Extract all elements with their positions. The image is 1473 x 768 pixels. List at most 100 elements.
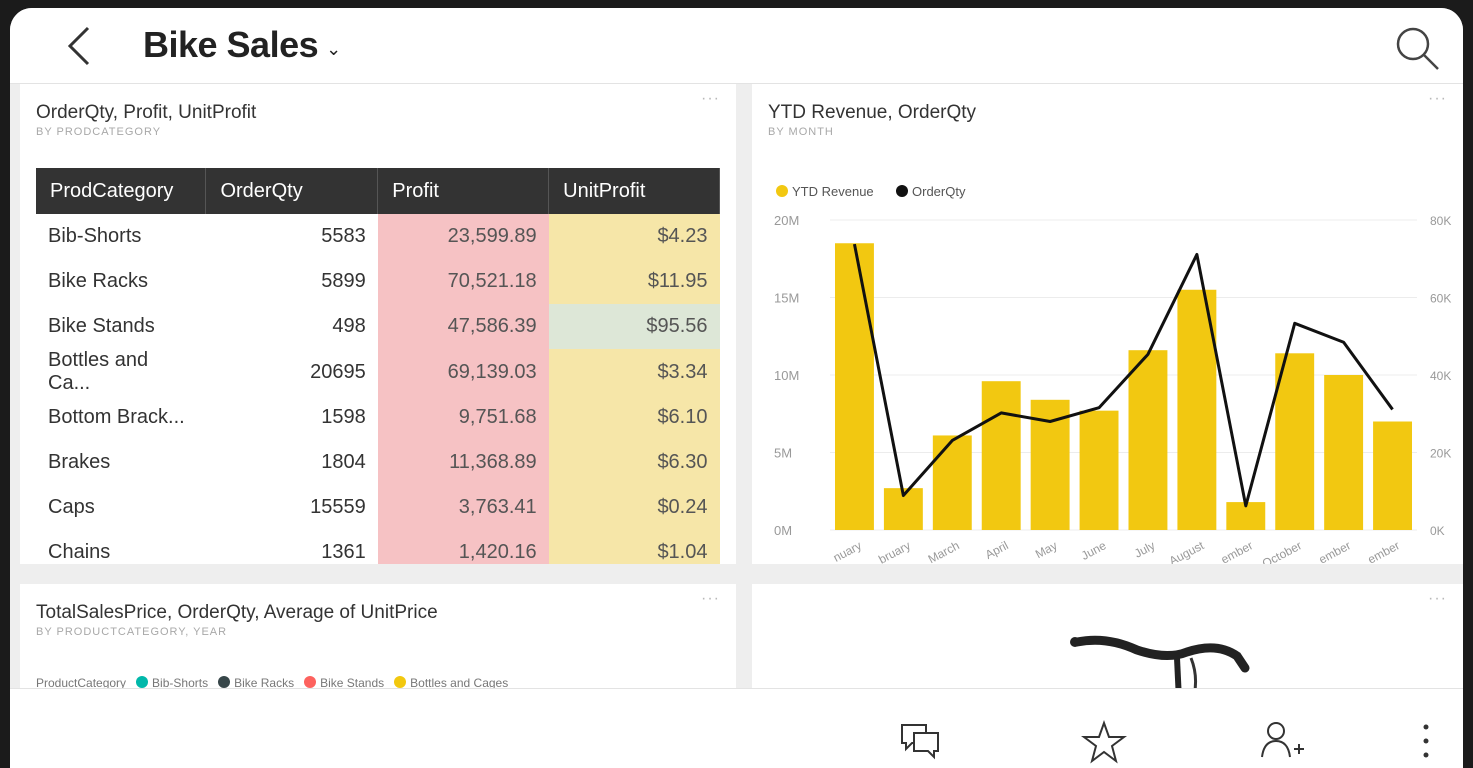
table-row[interactable]: Bib-Shorts 5583 23,599.89 $4.23 bbox=[36, 214, 720, 259]
chart-bar bbox=[1324, 375, 1364, 530]
chart-bar bbox=[932, 435, 972, 530]
cell-orderqty: 1361 bbox=[321, 541, 366, 563]
invite-user-icon bbox=[1261, 722, 1304, 758]
x-tick-label: May bbox=[1033, 538, 1060, 561]
tile-subtitle: BY PRODUCTCATEGORY, YEAR bbox=[36, 626, 228, 638]
cell-orderqty: 20695 bbox=[310, 360, 366, 383]
table-row[interactable]: Bike Stands 498 47,586.39 $95.56 bbox=[36, 304, 720, 349]
cell-orderqty: 1804 bbox=[321, 451, 366, 473]
search-button[interactable] bbox=[1393, 24, 1441, 72]
y-left-tick-label: 10M bbox=[774, 368, 799, 383]
legend-dot bbox=[776, 185, 788, 197]
cell-category: Chains bbox=[48, 541, 111, 563]
data-table: ProdCategory OrderQty Profit UnitProfit … bbox=[36, 168, 720, 564]
cell-orderqty: 498 bbox=[332, 315, 366, 337]
tile-more-options[interactable]: ··· bbox=[1428, 590, 1447, 608]
chart-bar bbox=[1373, 421, 1412, 530]
table-header-row: ProdCategory OrderQty Profit UnitProfit bbox=[36, 168, 720, 214]
y-left-tick-label: 0M bbox=[774, 523, 792, 538]
invite-user-button[interactable] bbox=[1258, 719, 1306, 767]
bike-handlebar-image bbox=[1070, 635, 1250, 694]
bottom-action-bar bbox=[10, 688, 1463, 768]
x-tick-label: ember bbox=[1316, 538, 1353, 564]
chevron-left-icon bbox=[67, 26, 90, 66]
cell-category: Brakes bbox=[48, 451, 111, 473]
cell-unitprofit: $4.23 bbox=[548, 214, 720, 259]
cell-category: Bottom Brack... bbox=[48, 406, 185, 428]
table-row[interactable]: Bottles and Ca... 20695 69,139.03 $3.34 bbox=[36, 349, 720, 395]
tile-more-options[interactable]: ··· bbox=[701, 90, 720, 108]
cell-unitprofit: $1.04 bbox=[548, 530, 720, 564]
tile-more-options[interactable]: ··· bbox=[701, 590, 720, 608]
x-tick-label: nuary bbox=[831, 538, 864, 564]
cell-unitprofit: $6.30 bbox=[548, 440, 720, 485]
page-title: Bike Sales bbox=[143, 24, 319, 65]
dashboard-title-dropdown[interactable]: Bike Sales ⌄ bbox=[143, 24, 341, 66]
cell-profit: 11,368.89 bbox=[377, 440, 549, 485]
legend-dot bbox=[304, 676, 317, 688]
back-button[interactable] bbox=[60, 24, 100, 68]
table-row[interactable]: Caps 15559 3,763.41 $0.24 bbox=[36, 485, 720, 530]
comments-button[interactable] bbox=[896, 719, 944, 767]
y-right-tick-label: 60K bbox=[1430, 292, 1451, 306]
x-tick-label: March bbox=[926, 538, 962, 564]
column-header-unitprofit[interactable]: UnitProfit bbox=[548, 168, 720, 214]
sales-chart-tile[interactable]: TotalSalesPrice, OrderQty, Average of Un… bbox=[20, 584, 736, 694]
cell-unitprofit: $6.10 bbox=[548, 395, 720, 440]
x-tick-label: ember bbox=[1365, 538, 1402, 564]
x-tick-label: July bbox=[1132, 538, 1157, 560]
more-options-button[interactable] bbox=[1410, 719, 1458, 767]
column-header-orderqty[interactable]: OrderQty bbox=[205, 168, 379, 214]
table-row[interactable]: Brakes 1804 11,368.89 $6.30 bbox=[36, 440, 720, 485]
chevron-down-icon: ⌄ bbox=[326, 38, 341, 59]
chart-bar bbox=[835, 243, 874, 530]
y-right-tick-label: 80K bbox=[1430, 214, 1451, 228]
legend-label: OrderQty bbox=[912, 184, 966, 199]
x-tick-label: ember bbox=[1219, 538, 1256, 564]
cell-category: Caps bbox=[48, 496, 95, 518]
table-tile[interactable]: OrderQty, Profit, UnitProfit BY PRODCATE… bbox=[20, 84, 736, 564]
y-left-tick-label: 20M bbox=[774, 213, 799, 228]
image-tile[interactable]: ··· bbox=[752, 584, 1463, 694]
column-header-profit[interactable]: Profit bbox=[377, 168, 550, 214]
tile-title: TotalSalesPrice, OrderQty, Average of Un… bbox=[36, 602, 438, 623]
x-tick-label: October bbox=[1260, 538, 1304, 564]
table-row[interactable]: Bottom Brack... 1598 9,751.68 $6.10 bbox=[36, 395, 720, 440]
combo-chart: YTD Revenue OrderQty 0M 5M 10M 15M 20M 0K 20K 40K… bbox=[774, 184, 1451, 564]
table-row[interactable]: Chains 1361 1,420.16 $1.04 bbox=[36, 530, 720, 564]
cell-profit: 47,586.39 bbox=[377, 304, 549, 349]
comments-icon bbox=[901, 724, 939, 760]
top-bar: Bike Sales ⌄ bbox=[10, 8, 1463, 84]
favorite-star-icon bbox=[1081, 720, 1127, 764]
cell-unitprofit: $11.95 bbox=[548, 259, 720, 304]
cell-orderqty: 1598 bbox=[321, 406, 366, 428]
y-left-tick-label: 15M bbox=[774, 291, 799, 306]
cell-category: Bottles and Ca... bbox=[48, 349, 149, 394]
y-right-tick-label: 0K bbox=[1430, 524, 1445, 538]
more-options-icon bbox=[1423, 724, 1429, 758]
legend-dot bbox=[218, 676, 231, 688]
chart-bar bbox=[1079, 410, 1119, 530]
x-tick-label: June bbox=[1079, 538, 1109, 563]
cell-unitprofit: $95.56 bbox=[548, 304, 720, 349]
app-window: Bike Sales ⌄ OrderQty, Profit, UnitProfi… bbox=[10, 8, 1463, 768]
cell-profit: 23,599.89 bbox=[377, 214, 549, 259]
cell-orderqty: 5899 bbox=[321, 270, 366, 292]
x-tick-label: bruary bbox=[876, 538, 913, 564]
tile-subtitle: BY PRODCATEGORY bbox=[36, 126, 162, 138]
chart-bar bbox=[1128, 350, 1168, 530]
legend-dot bbox=[136, 676, 149, 688]
legend-label: YTD Revenue bbox=[792, 184, 874, 199]
chart-bar bbox=[981, 381, 1021, 530]
table-row[interactable]: Bike Racks 5899 70,521.18 $11.95 bbox=[36, 259, 720, 304]
favorite-button[interactable] bbox=[1080, 719, 1128, 767]
cell-profit: 1,420.16 bbox=[377, 530, 549, 564]
column-header-prodcategory[interactable]: ProdCategory bbox=[36, 168, 207, 214]
cell-category: Bib-Shorts bbox=[48, 225, 142, 247]
cell-profit: 69,139.03 bbox=[377, 349, 549, 395]
cell-unitprofit: $0.24 bbox=[548, 485, 720, 530]
chart-tile[interactable]: YTD Revenue, OrderQty BY MONTH ··· YTD R… bbox=[752, 84, 1463, 564]
legend-dot bbox=[394, 676, 407, 688]
y-right-tick-label: 40K bbox=[1430, 369, 1451, 383]
cell-profit: 70,521.18 bbox=[377, 259, 549, 304]
